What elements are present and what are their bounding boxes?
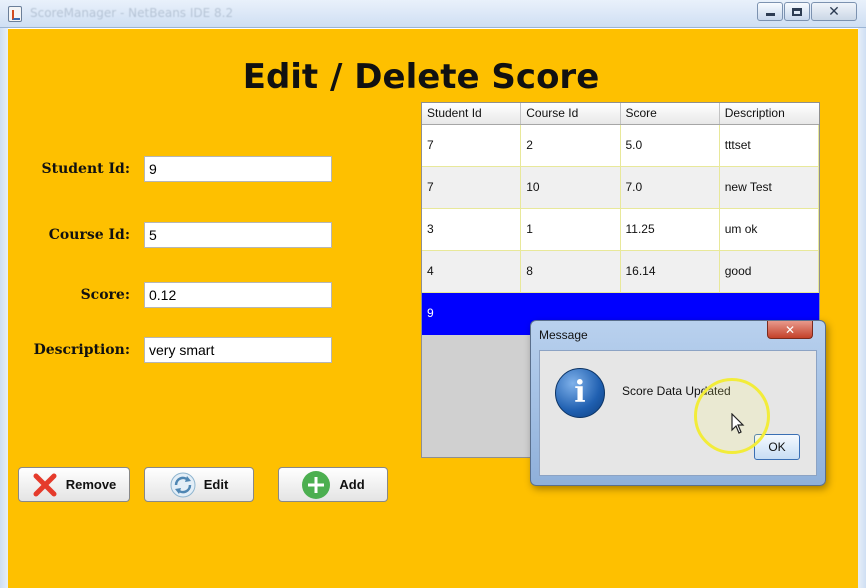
student-id-label: Student Id: [41,161,130,177]
table-cell[interactable]: 7.0 [620,167,720,209]
course-id-label: Course Id: [48,227,130,243]
table-cell[interactable]: 8 [521,251,621,293]
window-frame-left [0,28,8,588]
table-cell[interactable]: um ok [719,209,819,251]
column-header-student-id[interactable]: Student Id [422,103,522,124]
add-button-label: Add [339,477,365,492]
refresh-icon [170,472,196,498]
remove-button-label: Remove [65,477,117,492]
table-cell[interactable]: new Test [719,167,819,209]
minimize-button[interactable] [757,2,783,21]
remove-x-icon [32,472,58,498]
table-cell[interactable]: 1 [521,209,621,251]
maximize-button[interactable] [784,2,810,21]
table-cell[interactable]: 3 [422,209,522,251]
table-row[interactable]: 3 1 11.25 um ok [422,209,819,251]
table-cell[interactable]: 10 [521,167,621,209]
table-cell[interactable]: 7 [422,125,522,167]
description-label: Description: [33,342,130,358]
table-cell[interactable]: 9 [422,293,522,335]
student-id-input[interactable]: 9 [144,156,332,182]
edit-button-label: Edit [203,477,229,492]
add-plus-icon [301,470,331,500]
minimize-icon [765,13,775,16]
window-titlebar: ScoreManager - NetBeans IDE 8.2 ✕ [0,0,866,28]
table-cell[interactable]: 11.25 [620,209,720,251]
close-icon: ✕ [784,322,796,337]
score-input[interactable]: 0.12 [144,282,332,308]
table-header: Student Id Course Id Score Description [422,103,819,125]
information-icon: i [555,368,605,418]
table-cell[interactable]: 2 [521,125,621,167]
course-id-input[interactable]: 5 [144,222,332,248]
remove-button[interactable]: Remove [18,467,130,502]
message-dialog: Message ✕ i Score Data Updated OK [530,320,826,486]
add-button[interactable]: Add [278,467,388,502]
table-cell[interactable]: 4 [422,251,522,293]
column-header-course-id[interactable]: Course Id [521,103,621,124]
table-row[interactable]: 7 2 5.0 tttset [422,125,819,167]
score-label: Score: [80,287,130,303]
table-cell[interactable]: 16.14 [620,251,720,293]
dialog-close-button[interactable]: ✕ [767,321,813,339]
table-cell[interactable]: 7 [422,167,522,209]
close-icon: ✕ [828,3,840,20]
column-header-description[interactable]: Description [720,103,819,124]
table-cell[interactable]: 5.0 [620,125,720,167]
window-title: ScoreManager - NetBeans IDE 8.2 [30,6,234,20]
description-input[interactable]: very smart [144,337,332,363]
table-row[interactable]: 7 10 7.0 new Test [422,167,819,209]
dialog-body: i Score Data Updated OK [539,350,817,476]
mouse-pointer-icon [731,413,745,434]
column-header-score[interactable]: Score [621,103,720,124]
table-row[interactable]: 4 8 16.14 good [422,251,819,293]
maximize-icon [792,7,802,16]
table-cell[interactable]: good [719,251,819,293]
page-title: Edit / Delete Score [242,57,600,97]
table-cell[interactable]: tttset [719,125,819,167]
close-button[interactable]: ✕ [811,2,857,21]
window-frame-right [858,28,866,588]
edit-button[interactable]: Edit [144,467,254,502]
dialog-title: Message [539,328,588,342]
java-app-icon [8,6,22,22]
